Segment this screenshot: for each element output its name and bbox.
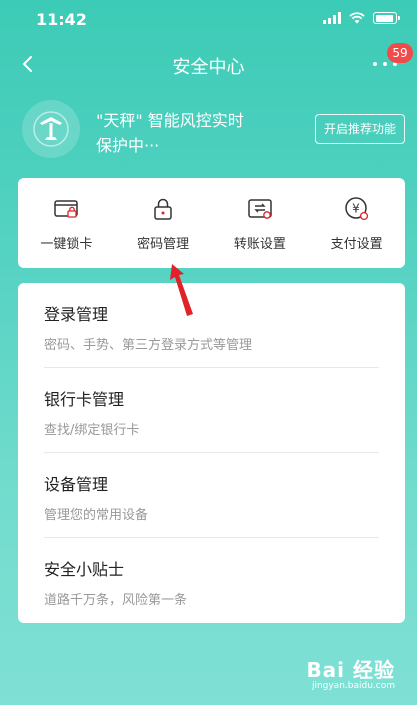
status-time: 11:42 — [36, 10, 87, 29]
tool-password[interactable]: 密码管理 — [115, 178, 212, 268]
tool-label: 支付设置 — [330, 237, 383, 252]
menu-subtitle: 查找/绑定银行卡 — [44, 423, 140, 438]
status-icons — [323, 12, 400, 24]
page-title: 安全中心 — [172, 57, 245, 78]
tool-label: 一键锁卡 — [40, 237, 93, 252]
watermark-url: jingyan.baidu.com — [311, 681, 395, 691]
quick-tools-card: 一键锁卡 密码管理 转账设置 ¥ 支付设置 — [18, 178, 405, 268]
shield-logo-icon — [22, 100, 80, 158]
menu-item-tips[interactable]: 安全小贴士 道路千万条，风险第一条 — [44, 538, 379, 623]
watermark-logo: Bai 经验 — [306, 658, 395, 682]
menu-title: 设备管理 — [44, 475, 109, 494]
security-menu-card: 登录管理 密码、手势、第三方登录方式等管理 银行卡管理 查找/绑定银行卡 设备管… — [18, 283, 405, 623]
yen-payment-icon: ¥ — [344, 197, 368, 221]
card-lock-icon — [54, 200, 79, 218]
padlock-icon — [154, 198, 172, 220]
battery-icon — [373, 12, 400, 24]
nav-bar: 安全中心 59 — [0, 43, 417, 84]
tool-label: 密码管理 — [137, 237, 190, 252]
svg-text:¥: ¥ — [352, 202, 360, 216]
signal-icon — [323, 12, 341, 24]
menu-item-login[interactable]: 登录管理 密码、手势、第三方登录方式等管理 — [44, 283, 379, 368]
status-line-2: 保护中··· — [96, 136, 160, 155]
menu-subtitle: 管理您的常用设备 — [44, 508, 149, 523]
menu-subtitle: 密码、手势、第三方登录方式等管理 — [44, 338, 253, 353]
tool-label: 转账设置 — [233, 237, 286, 252]
menu-title: 登录管理 — [44, 305, 109, 324]
menu-item-device[interactable]: 设备管理 管理您的常用设备 — [44, 453, 379, 538]
wifi-icon — [349, 12, 365, 24]
menu-title: 银行卡管理 — [44, 390, 125, 409]
risk-control-status: "天秤" 智能风控实时 保护中··· — [96, 108, 244, 158]
tool-card-lock[interactable]: 一键锁卡 — [18, 178, 115, 268]
menu-title: 安全小贴士 — [44, 560, 125, 579]
tool-transfer[interactable]: 转账设置 — [212, 178, 309, 268]
baidu-jingyan-watermark: Bai 经验 jingyan.baidu.com — [306, 654, 395, 691]
balance-scale-icon — [33, 111, 69, 147]
status-bar: 11:42 — [0, 0, 417, 40]
annotation-arrow-icon — [170, 264, 193, 316]
status-line-1: "天秤" 智能风控实时 — [96, 111, 244, 130]
tool-payment[interactable]: ¥ 支付设置 — [308, 178, 405, 268]
menu-item-bank-card[interactable]: 银行卡管理 查找/绑定银行卡 — [44, 368, 379, 453]
transfer-icon — [248, 199, 272, 219]
notification-badge: 59 — [387, 43, 413, 63]
enable-recommend-button[interactable]: 开启推荐功能 — [315, 114, 405, 144]
menu-subtitle: 道路千万条，风险第一条 — [44, 593, 188, 608]
